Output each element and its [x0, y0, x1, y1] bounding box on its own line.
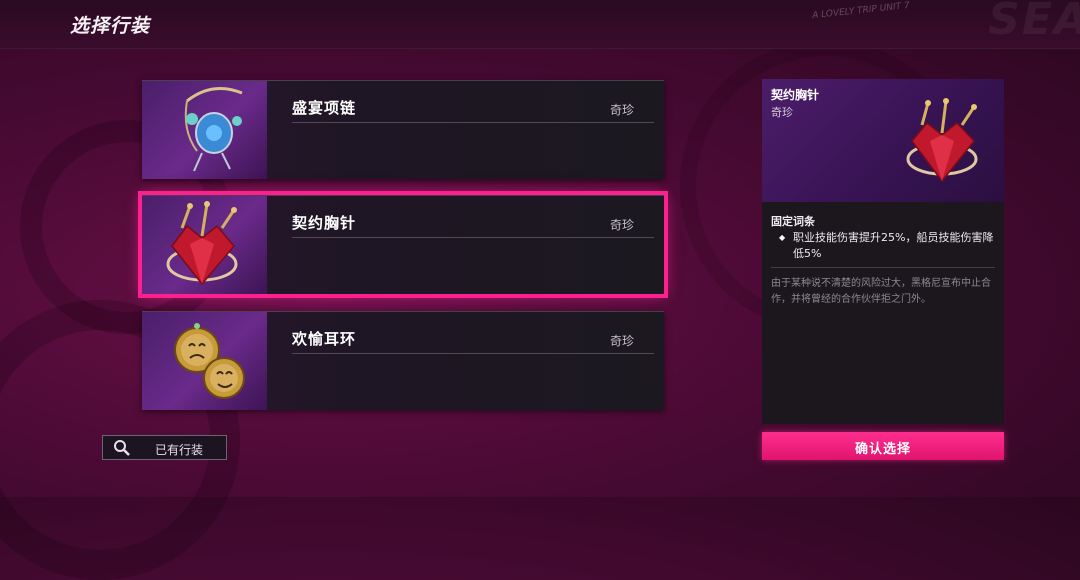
confirm-selection-button[interactable]: 确认选择 — [762, 432, 1004, 460]
diamond-bullet-icon: ◆ — [779, 233, 786, 242]
magnifier-icon — [114, 440, 130, 456]
item-card-earring[interactable]: 欢愉耳环 奇珍 — [142, 311, 664, 410]
confirm-selection-label: 确认选择 — [854, 442, 911, 457]
divider — [292, 122, 654, 123]
affix-effect-text: 职业技能伤害提升25%，船员技能伤害降低5% — [793, 231, 994, 260]
brooch-icon — [166, 201, 238, 286]
item-name: 盛宴项链 — [292, 99, 357, 117]
top-bar: 选择行装 A LOVELY TRIP UNIT 7 SEA — [0, 0, 1080, 49]
earring-icon — [174, 323, 245, 399]
divider — [292, 237, 654, 238]
fixed-affix-title: 固定词条 — [771, 215, 815, 228]
item-thumbnail — [142, 81, 267, 179]
item-detail-panel: 契约胸针 奇珍 固定词条 ◆ 职业技能伤害提升25%，船员技能伤害降低5% 由于… — [762, 79, 1004, 424]
item-card-necklace[interactable]: 盛宴项链 奇珍 — [142, 80, 664, 179]
item-name: 欢愉耳环 — [292, 330, 357, 348]
detail-item-name: 契约胸针 — [771, 88, 820, 102]
decorative-logo-text: SEA — [988, 0, 1080, 45]
detail-item-rarity: 奇珍 — [771, 106, 793, 119]
item-name: 契约胸针 — [292, 214, 357, 232]
divider — [771, 267, 995, 268]
flavor-text: 由于某种说不清楚的风险过大，黑格尼宣布中止合作，并将曾经的合作伙伴拒之门外。 — [771, 278, 991, 305]
divider — [292, 353, 654, 354]
item-rarity: 奇珍 — [609, 218, 634, 232]
owned-gear-label: 已有行装 — [155, 443, 204, 457]
item-thumbnail — [142, 196, 267, 294]
item-thumbnail — [142, 312, 267, 410]
item-card-brooch[interactable]: 契约胸针 奇珍 — [138, 191, 668, 298]
owned-gear-button[interactable]: 已有行装 — [102, 435, 227, 460]
page-title: 选择行装 — [70, 15, 151, 37]
item-rarity: 奇珍 — [609, 103, 634, 117]
item-rarity: 奇珍 — [609, 334, 634, 348]
detail-header: 契约胸针 奇珍 — [762, 79, 1004, 202]
decorative-scribble-text: A LOVELY TRIP UNIT 7 — [811, 0, 911, 22]
necklace-icon — [184, 87, 243, 172]
